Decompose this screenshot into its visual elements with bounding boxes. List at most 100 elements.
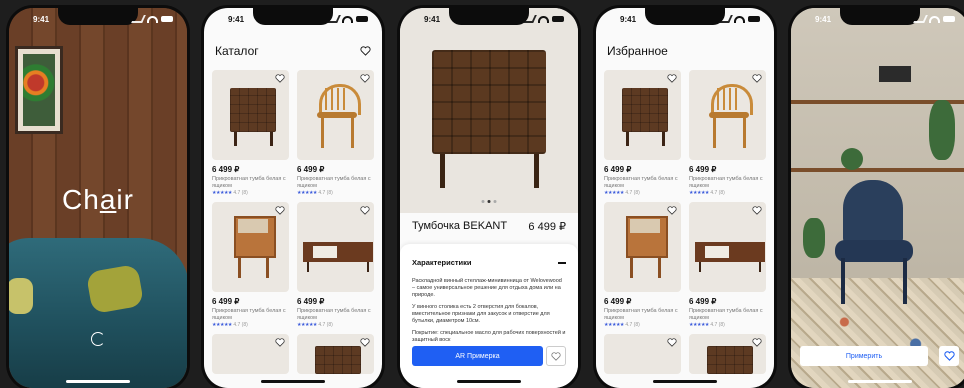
- ar-chair-model[interactable]: [843, 180, 903, 246]
- product-image: [297, 70, 374, 160]
- product-card[interactable]: [689, 334, 766, 374]
- product-title: Тумбочка BEKANT: [412, 220, 508, 232]
- carousel-dots[interactable]: [481, 200, 497, 203]
- product-price: 6 499 ₽: [689, 297, 717, 306]
- app-logo: Chair: [62, 184, 134, 215]
- product-desc: Прикроватная тумба белая с ящиком: [212, 308, 286, 321]
- product-rating: ★★★★★ 4.7 (8): [212, 190, 248, 196]
- product-card[interactable]: 6 499 ₽ Прикроватная тумба белая с ящико…: [212, 70, 289, 196]
- favorites-heart-icon[interactable]: [360, 46, 371, 56]
- product-desc: Прикроватная тумба белая с ящиком: [604, 176, 678, 189]
- stars-icon: ★★★★★: [689, 322, 709, 328]
- favorites-screen: 9:41 Избранное 6 499 ₽ Прикроватная тумб…: [596, 8, 774, 388]
- status-bar: 9:41: [9, 12, 187, 26]
- page-title: Избранное: [607, 44, 668, 58]
- product-card[interactable]: [604, 334, 681, 374]
- ar-try-button[interactable]: AR Примерка: [412, 346, 543, 366]
- heart-icon[interactable]: [667, 206, 677, 215]
- wifi-icon: [734, 15, 745, 23]
- product-price: 6 499 ₽: [528, 221, 566, 233]
- status-time: 9:41: [33, 14, 50, 24]
- product-image: [604, 334, 681, 374]
- sofa-image: [9, 238, 187, 388]
- status-time: 9:41: [620, 14, 637, 24]
- product-image: [212, 334, 289, 374]
- product-price: 6 499 ₽: [212, 165, 240, 174]
- product-card[interactable]: 6 499 ₽ Прикроватная тумба белая с ящико…: [689, 70, 766, 196]
- favorite-button[interactable]: [546, 346, 566, 366]
- status-time: 9:41: [815, 14, 832, 24]
- product-price: 6 499 ₽: [212, 297, 240, 306]
- product-price: 6 499 ₽: [689, 165, 717, 174]
- product-card[interactable]: 6 499 ₽ Прикроватная тумба белая с ящико…: [297, 70, 374, 196]
- status-bar: 9:41: [791, 12, 964, 26]
- product-screen: 9:41 Тумбочка BEKANT 6 499 ₽ Характерист…: [400, 8, 578, 388]
- product-card[interactable]: [212, 334, 289, 374]
- loading-spinner-icon: [91, 332, 105, 346]
- product-desc: Прикроватная тумба белая с ящиком: [604, 308, 678, 321]
- wifi-icon: [147, 15, 158, 23]
- product-image: [689, 202, 766, 292]
- product-rating: ★★★★★ 4.7 (8): [212, 322, 248, 328]
- product-rating: ★★★★★ 4.7 (8): [297, 322, 333, 328]
- try-on-button[interactable]: Примерить: [800, 346, 928, 366]
- product-rating: ★★★★★ 4.7 (8): [297, 190, 333, 196]
- collapse-minus-icon[interactable]: [558, 262, 566, 264]
- wifi-icon: [538, 15, 549, 23]
- product-card[interactable]: [297, 334, 374, 374]
- product-image: [297, 202, 374, 292]
- product-image: [604, 202, 681, 292]
- product-hero-image[interactable]: [400, 8, 578, 213]
- specs-header[interactable]: Характеристики: [412, 258, 472, 267]
- product-image: [604, 70, 681, 160]
- heart-icon[interactable]: [275, 206, 285, 215]
- heart-icon[interactable]: [360, 206, 370, 215]
- heart-icon[interactable]: [275, 338, 285, 347]
- stars-icon: ★★★★★: [604, 190, 624, 196]
- product-image: [689, 334, 766, 374]
- product-desc: Прикроватная тумба белая с ящиком: [297, 308, 371, 321]
- home-indicator: [653, 380, 717, 383]
- heart-icon[interactable]: [667, 74, 677, 83]
- signal-icon: [913, 15, 928, 23]
- heart-icon: [551, 351, 561, 361]
- battery-icon: [748, 16, 760, 22]
- rug-floor: [791, 278, 964, 388]
- product-rating: ★★★★★ 4.7 (8): [689, 190, 725, 196]
- product-rating: ★★★★★ 4.7 (8): [689, 322, 725, 328]
- stars-icon: ★★★★★: [297, 190, 317, 196]
- stars-icon: ★★★★★: [604, 322, 624, 328]
- specs-text: Раскладной винный стеллаж-минивинница от…: [412, 278, 566, 343]
- stars-icon: ★★★★★: [689, 190, 709, 196]
- heart-icon[interactable]: [752, 74, 762, 83]
- favorite-button[interactable]: [939, 346, 959, 366]
- home-indicator: [457, 380, 521, 383]
- status-bar: 9:41: [400, 12, 578, 26]
- product-price: 6 499 ₽: [297, 165, 325, 174]
- heart-icon[interactable]: [360, 338, 370, 347]
- wall-painting: [15, 46, 63, 134]
- home-indicator: [848, 380, 912, 383]
- product-rating: ★★★★★ 4.7 (8): [604, 190, 640, 196]
- heart-icon[interactable]: [752, 338, 762, 347]
- product-card[interactable]: 6 499 ₽ Прикроватная тумба белая с ящико…: [212, 202, 289, 328]
- heart-icon[interactable]: [752, 206, 762, 215]
- catalog-screen: 9:41 Каталог 6 499 ₽ Прикроватная тумба …: [204, 8, 382, 388]
- page-title: Каталог: [215, 44, 259, 58]
- product-card[interactable]: 6 499 ₽ Прикроватная тумба белая с ящико…: [297, 202, 374, 328]
- wifi-icon: [342, 15, 353, 23]
- signal-icon: [718, 15, 733, 23]
- wifi-icon: [929, 15, 940, 23]
- heart-icon[interactable]: [275, 74, 285, 83]
- product-image: [689, 70, 766, 160]
- heart-icon[interactable]: [667, 338, 677, 347]
- status-bar: 9:41: [596, 12, 774, 26]
- heart-icon[interactable]: [360, 74, 370, 83]
- product-card[interactable]: 6 499 ₽ Прикроватная тумба белая с ящико…: [689, 202, 766, 328]
- signal-icon: [522, 15, 537, 23]
- stars-icon: ★★★★★: [212, 190, 232, 196]
- product-card[interactable]: 6 499 ₽ Прикроватная тумба белая с ящико…: [604, 202, 681, 328]
- product-rating: ★★★★★ 4.7 (8): [604, 322, 640, 328]
- product-card[interactable]: 6 499 ₽ Прикроватная тумба белая с ящико…: [604, 70, 681, 196]
- stars-icon: ★★★★★: [297, 322, 317, 328]
